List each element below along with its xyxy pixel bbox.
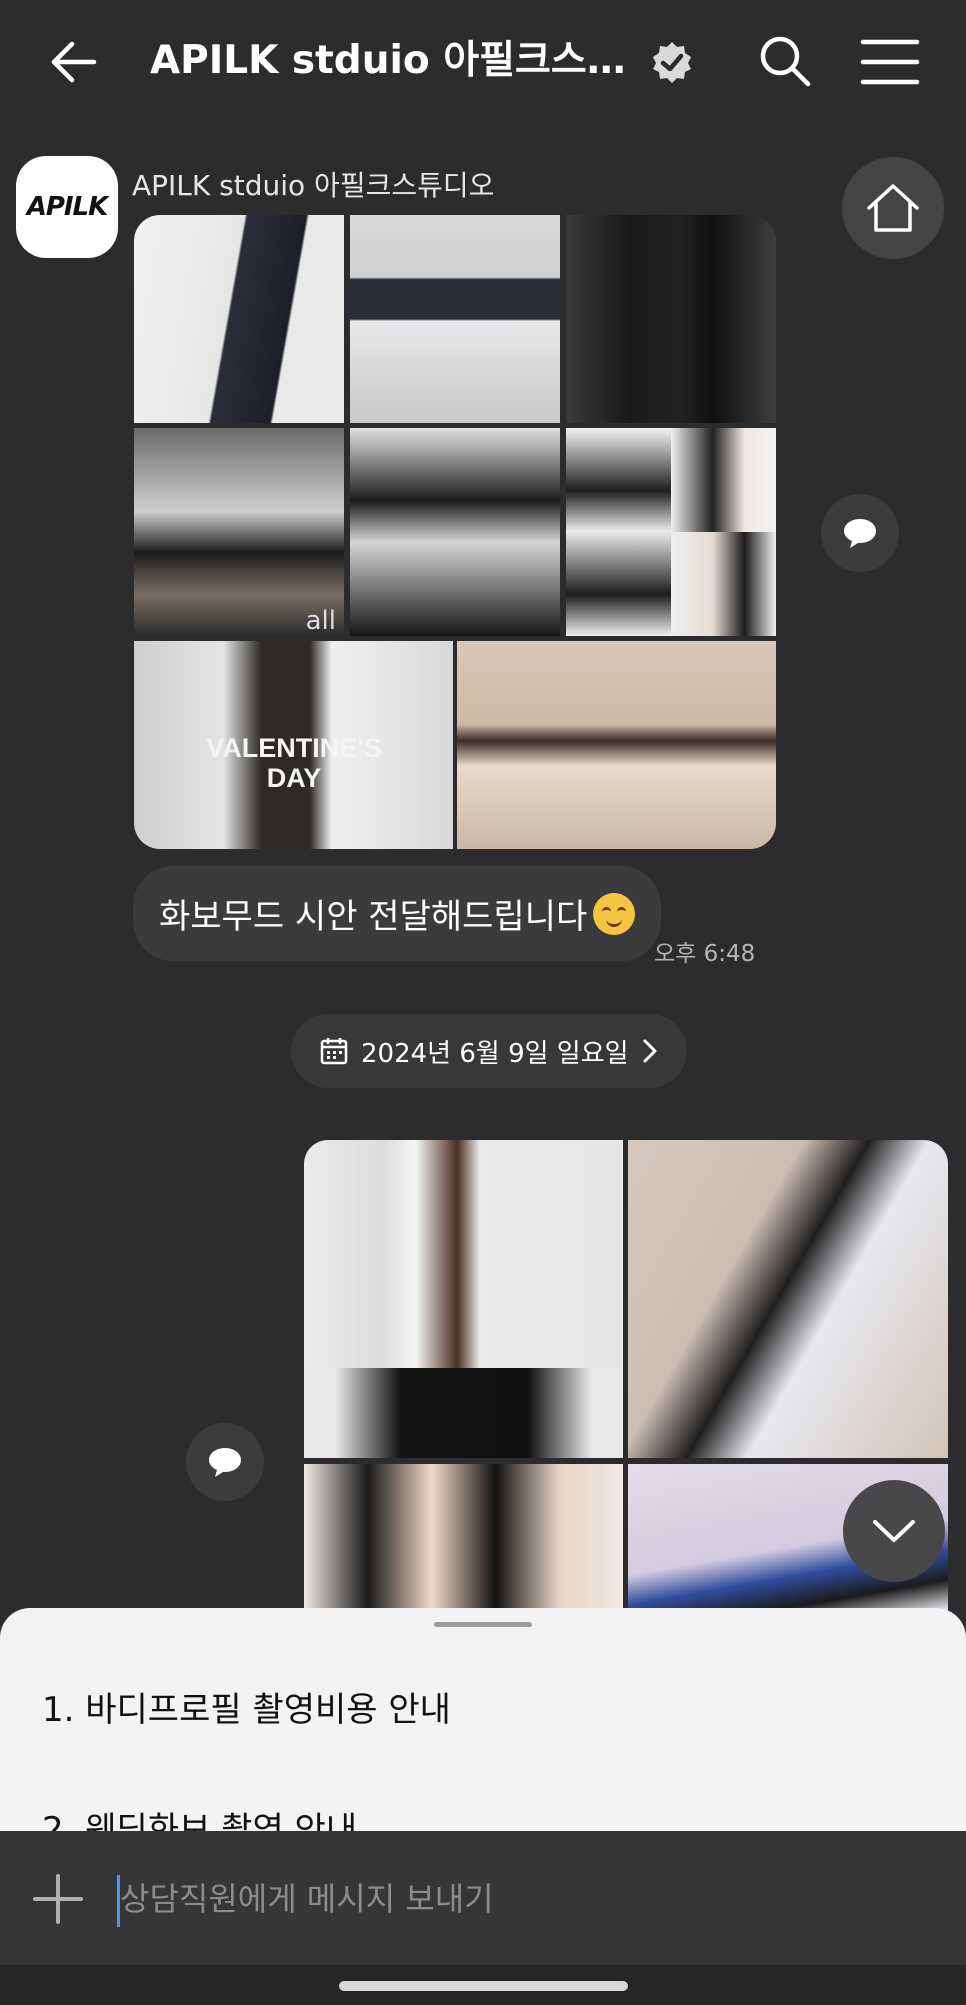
message-timestamp: 오후 6:48 (654, 941, 756, 967)
date-label: 2024년 6월 9일 일요일 (361, 1038, 629, 1069)
speech-bubble-icon (209, 1448, 241, 1477)
photo-album-grid[interactable]: all VALENTINE'S DAY (134, 215, 776, 849)
message-input[interactable] (120, 1869, 920, 1929)
photo-watermark: all (305, 606, 336, 636)
photo-thumbnail[interactable] (350, 215, 560, 423)
photo-thumbnail[interactable] (566, 428, 776, 636)
chevron-down-icon (873, 1520, 915, 1542)
comment-button[interactable] (821, 494, 899, 572)
plus-icon (33, 1874, 83, 1924)
comment-button[interactable] (186, 1423, 264, 1501)
menu-item-body-profile[interactable]: 1. 바디프로필 촬영비용 안내 (42, 1682, 451, 1731)
sheet-drag-handle[interactable] (434, 1622, 532, 1627)
arrow-left-icon (51, 41, 97, 83)
photo-thumbnail[interactable] (457, 641, 776, 849)
photo-thumbnail[interactable] (304, 1464, 623, 1610)
photo-thumbnail[interactable]: VALENTINE'S DAY (134, 641, 453, 849)
top-bar: APILK stduio 아필크스튜... (0, 0, 966, 120)
photo-thumbnail[interactable]: all (134, 428, 344, 636)
menu-button[interactable] (860, 36, 920, 88)
quick-reply-sheet: 1. 바디프로필 촬영비용 안내 2. 웨딩화보 촬영 안내 (0, 1608, 966, 1831)
avatar[interactable]: APILK (16, 156, 118, 258)
search-icon (760, 36, 811, 87)
photo-thumbnail[interactable] (566, 215, 776, 423)
hamburger-menu-icon (860, 39, 920, 85)
home-gesture-handle[interactable] (339, 1981, 628, 1991)
date-separator[interactable]: 2024년 6월 9일 일요일 (291, 1014, 687, 1088)
message-input-bar (0, 1831, 966, 1965)
message-text: 화보무드 시안 전달해드립니다 (159, 897, 588, 937)
photo-thumbnail[interactable] (628, 1140, 948, 1458)
back-button[interactable] (46, 34, 102, 90)
photo-thumbnail[interactable] (350, 428, 560, 636)
attach-button[interactable] (32, 1873, 84, 1925)
chevron-right-icon (643, 1039, 657, 1063)
photo-caption: VALENTINE'S DAY (206, 733, 382, 793)
sender-name: APILK stduio 아필크스튜디오 (132, 169, 495, 202)
home-button[interactable] (842, 157, 944, 259)
search-button[interactable] (758, 34, 812, 88)
chat-title: APILK stduio 아필크스튜... (150, 38, 630, 83)
verified-badge-icon (650, 40, 694, 84)
home-icon (867, 184, 919, 232)
system-nav-bar (0, 1965, 966, 2005)
smiling-face-icon (593, 892, 636, 935)
photo-thumbnail[interactable] (304, 1140, 623, 1458)
calendar-icon (320, 1038, 348, 1065)
speech-bubble-icon (844, 519, 876, 548)
message-bubble[interactable]: 화보무드 시안 전달해드립니다 (133, 866, 662, 961)
menu-item-wedding-shoot[interactable]: 2. 웨딩화보 촬영 안내 (42, 1802, 357, 1831)
photo-thumbnail[interactable] (134, 215, 344, 423)
scroll-to-bottom-button[interactable] (843, 1480, 945, 1582)
